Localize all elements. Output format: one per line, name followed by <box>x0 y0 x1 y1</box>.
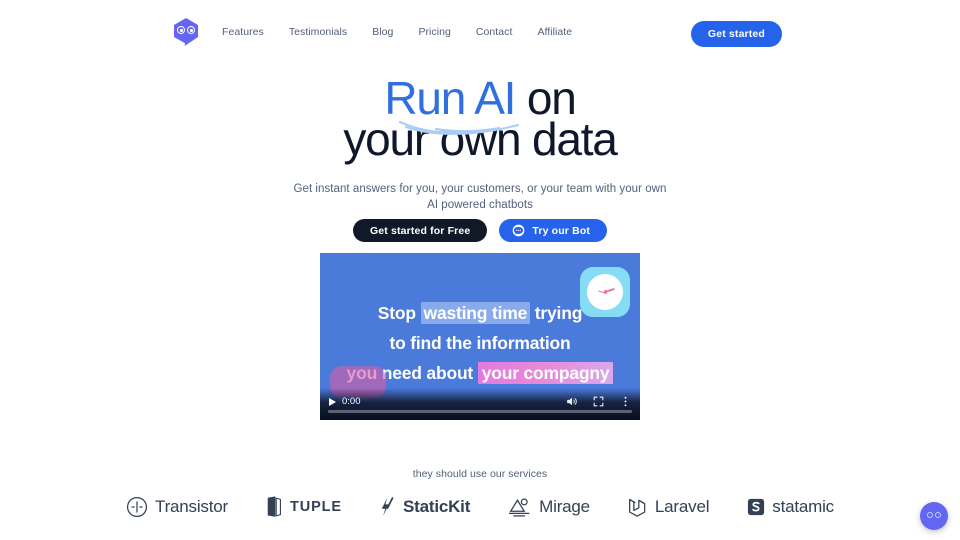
volume-icon[interactable] <box>565 395 578 408</box>
fullscreen-icon[interactable] <box>592 395 605 408</box>
subhead-line2: AI powered chatbots <box>427 199 533 211</box>
hero-section: Run AI on your own data Get instant answ… <box>0 75 960 213</box>
video-line1-plain: Stop <box>377 303 421 323</box>
brand-logo[interactable] <box>174 18 198 46</box>
chat-widget-owl-icon <box>927 512 941 519</box>
statickit-icon <box>381 497 394 516</box>
nav-item-contact[interactable]: Contact <box>476 26 526 38</box>
video-line1-tail: trying <box>530 303 583 323</box>
header-get-started-button[interactable]: Get started <box>690 21 782 47</box>
clock-center-dot <box>603 290 607 294</box>
nav-item-blog[interactable]: Blog <box>372 26 406 38</box>
page-title: Run AI on your own data <box>0 75 960 162</box>
logo-tuple-label: TUPLE <box>289 499 342 515</box>
logo-transistor-label: Transistor <box>155 497 228 516</box>
try-our-bot-label: Try our Bot <box>532 224 591 237</box>
logo-statickit[interactable]: StaticKit <box>380 497 470 517</box>
owl-eye-right <box>187 26 195 34</box>
mirage-icon <box>509 498 530 517</box>
primary-navigation: Features Testimonials Blog Pricing Conta… <box>222 26 597 38</box>
logo-statamic-label: statamic <box>772 497 834 516</box>
logo-cloud: Transistor TUPLE StaticKit Mirage Larave… <box>0 496 960 518</box>
nav-item-pricing[interactable]: Pricing <box>418 26 463 38</box>
logo-mirage-label: Mirage <box>539 497 590 516</box>
get-started-for-free-button[interactable]: Get started for Free <box>352 219 488 242</box>
owl-eye-left <box>177 26 185 34</box>
video-progress-bar[interactable] <box>328 410 632 413</box>
chat-widget-eye-right <box>935 512 941 518</box>
headline-accent: Run AI <box>384 72 516 124</box>
logo-laravel[interactable]: Laravel <box>628 496 709 518</box>
video-caption-line-1: Stop wasting time trying <box>320 298 640 328</box>
transistor-icon <box>126 496 148 518</box>
try-our-bot-button[interactable]: Try our Bot <box>499 219 608 242</box>
logo-tuple[interactable]: TUPLE <box>266 496 342 518</box>
video-line3-highlight: your compagny <box>477 362 614 384</box>
chat-widget-button[interactable] <box>920 502 948 530</box>
video-line1-highlight: wasting time <box>420 302 531 324</box>
nav-item-affiliate[interactable]: Affiliate <box>537 26 585 38</box>
hexagon-shape <box>174 18 198 46</box>
chat-widget-eye-left <box>927 512 933 518</box>
video-current-time: 0:00 <box>342 396 361 407</box>
play-button[interactable] <box>329 398 336 406</box>
video-controls-bar: 0:00 <box>320 388 640 420</box>
hero-cta-row: Get started for Free Try our Bot <box>0 219 960 242</box>
hero-subheading: Get instant answers for you, your custom… <box>0 181 960 213</box>
subhead-line1: Get instant answers for you, your custom… <box>293 183 667 195</box>
nav-item-testimonials[interactable]: Testimonials <box>289 26 360 38</box>
chat-bubble-icon <box>513 224 525 237</box>
tuple-icon <box>267 496 281 517</box>
landing-page: Features Testimonials Blog Pricing Conta… <box>0 0 960 540</box>
logo-cloud-caption: they should use our services <box>412 468 548 480</box>
logo-laravel-label: Laravel <box>654 497 710 516</box>
logo-statamic[interactable]: statamic <box>747 497 834 517</box>
more-options-icon[interactable] <box>619 395 632 408</box>
laravel-icon <box>628 498 646 517</box>
statamic-icon <box>748 498 765 516</box>
video-caption-line-2: to find the information <box>389 333 571 353</box>
nav-item-features[interactable]: Features <box>222 26 277 38</box>
logo-transistor[interactable]: Transistor <box>126 496 228 518</box>
site-header: Features Testimonials Blog Pricing Conta… <box>0 0 960 64</box>
owl-eyes-icon <box>177 26 195 35</box>
hero-video-player[interactable]: Stop wasting time trying to find the inf… <box>320 253 640 420</box>
logo-mirage[interactable]: Mirage <box>508 496 590 518</box>
logo-statickit-label: StaticKit <box>403 497 471 516</box>
video-controls-right <box>565 395 632 408</box>
